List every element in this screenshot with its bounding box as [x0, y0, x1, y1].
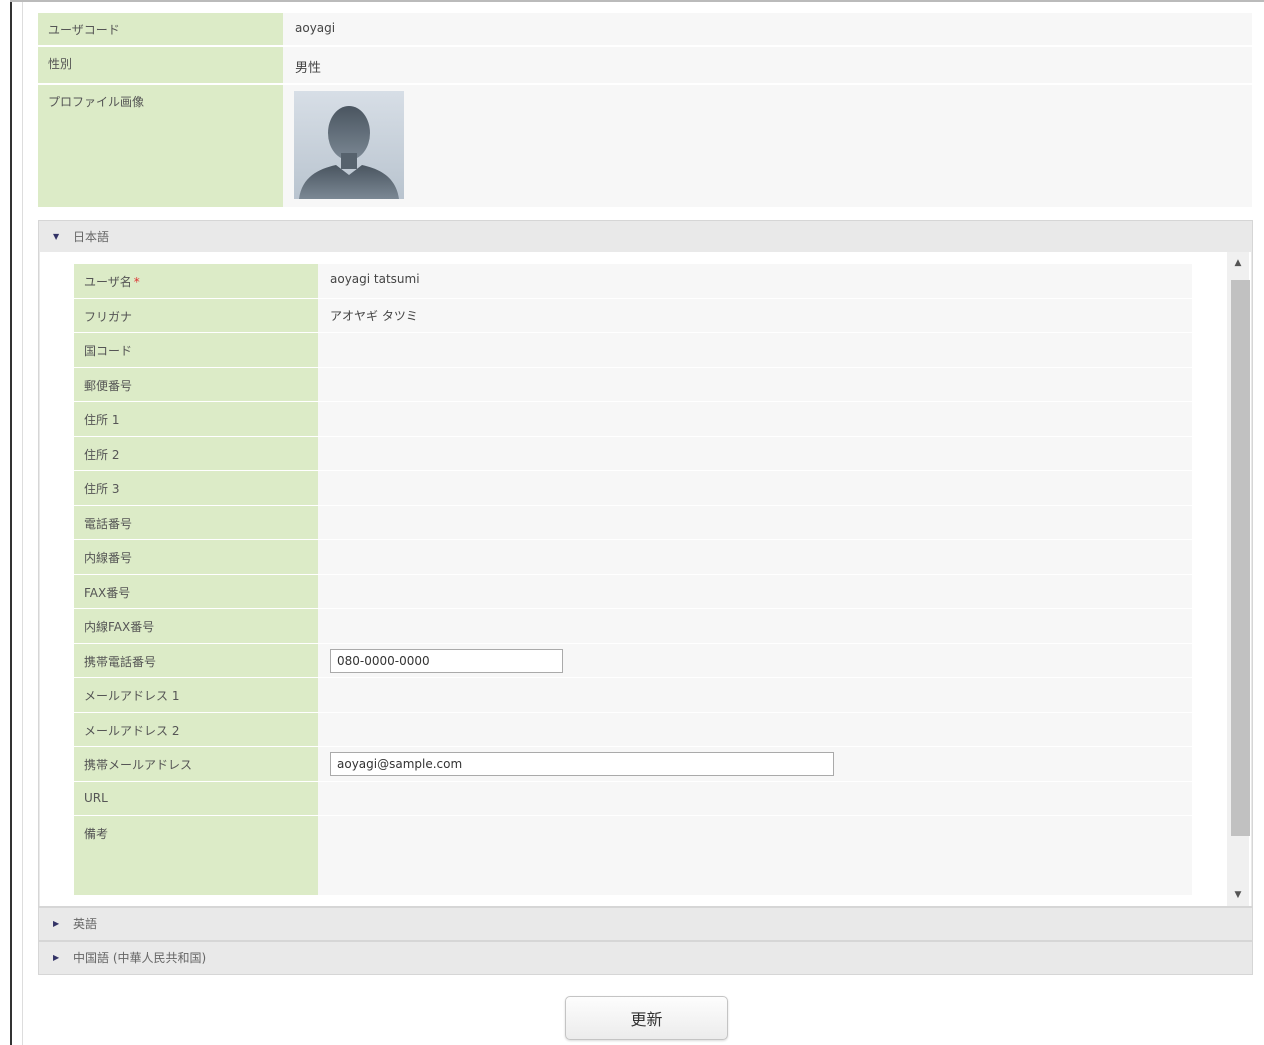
mobile-email-input[interactable]: [330, 752, 834, 776]
extension-fax-value: [318, 609, 1192, 643]
page-frame-top-border: [10, 0, 1264, 2]
country-code-row: 国コード: [74, 333, 1192, 368]
phone-label: 電話番号: [74, 505, 318, 539]
email2-value: [318, 712, 1192, 746]
phone-row: 電話番号: [74, 505, 1192, 540]
mobile-email-cell: [318, 747, 1192, 781]
mobile-email-label: 携帯メールアドレス: [74, 747, 318, 781]
mobile-phone-row: 携帯電話番号: [74, 643, 1192, 678]
gender-label: 性別: [38, 47, 283, 83]
chinese-section-title: 中国語 (中華人民共和国): [73, 950, 207, 965]
user-name-label-text: ユーザ名: [84, 275, 132, 289]
person-silhouette-icon: [294, 91, 404, 199]
profile-image-cell: [283, 85, 1252, 207]
url-row: URL: [74, 781, 1192, 816]
address3-label: 住所 3: [74, 471, 318, 505]
japanese-section-title: 日本語: [73, 229, 110, 244]
email2-row: メールアドレス 2: [74, 712, 1192, 747]
address2-row: 住所 2: [74, 436, 1192, 471]
phone-value: [318, 505, 1192, 539]
content-left-guide: [22, 2, 23, 1045]
fax-label: FAX番号: [74, 574, 318, 608]
chinese-section-header[interactable]: ▶ 中国語 (中華人民共和国): [39, 942, 1252, 972]
user-code-value: aoyagi: [283, 13, 1252, 45]
japanese-field-list: ユーザ名 * aoyagi tatsumi フリガナ アオヤギ タツミ 国コード …: [74, 264, 1192, 896]
caret-right-icon: ▶: [53, 918, 60, 928]
japanese-section-panel: ユーザ名 * aoyagi tatsumi フリガナ アオヤギ タツミ 国コード …: [40, 252, 1251, 906]
postal-code-label: 郵便番号: [74, 367, 318, 401]
url-label: URL: [74, 781, 318, 815]
english-section-title: 英語: [73, 916, 98, 931]
email1-row: メールアドレス 1: [74, 678, 1192, 713]
extension-fax-label: 内線FAX番号: [74, 609, 318, 643]
profile-avatar-placeholder: [294, 91, 404, 199]
fax-value: [318, 574, 1192, 608]
scroll-up-arrow-icon[interactable]: ▲: [1227, 252, 1249, 274]
extension-value: [318, 540, 1192, 574]
furigana-value: アオヤギ タツミ: [318, 298, 1192, 332]
japanese-section: ▼ 日本語 ユーザ名 * aoyagi tatsumi フリガナ アオヤギ タツミ…: [38, 220, 1253, 907]
email2-label: メールアドレス 2: [74, 712, 318, 746]
postal-code-value: [318, 367, 1192, 401]
address1-value: [318, 402, 1192, 436]
address3-value: [318, 471, 1192, 505]
mobile-phone-cell: [318, 643, 1192, 677]
required-mark: *: [133, 275, 140, 289]
furigana-label: フリガナ: [74, 298, 318, 332]
profile-image-row: プロファイル画像: [38, 85, 1252, 207]
user-code-label: ユーザコード: [38, 13, 283, 45]
scroll-down-arrow-icon[interactable]: ▼: [1227, 884, 1249, 906]
gender-row: 性別 男性: [38, 47, 1252, 83]
email1-value: [318, 678, 1192, 712]
address2-label: 住所 2: [74, 436, 318, 470]
english-section-header[interactable]: ▶ 英語: [39, 908, 1252, 938]
country-code-label: 国コード: [74, 333, 318, 367]
user-name-row: ユーザ名 * aoyagi tatsumi: [74, 264, 1192, 299]
country-code-value: [318, 333, 1192, 367]
basic-info-table: ユーザコード aoyagi 性別 男性 プロファイル画像: [38, 13, 1252, 209]
caret-right-icon: ▶: [53, 952, 60, 962]
notes-row: 備考: [74, 816, 1192, 896]
caret-down-icon: ▼: [53, 231, 60, 241]
postal-code-row: 郵便番号: [74, 367, 1192, 402]
user-name-label: ユーザ名 *: [74, 264, 318, 298]
fax-row: FAX番号: [74, 574, 1192, 609]
english-section: ▶ 英語: [38, 907, 1253, 941]
notes-value: [318, 816, 1192, 895]
address3-row: 住所 3: [74, 471, 1192, 506]
scrollbar-thumb[interactable]: [1231, 280, 1250, 836]
profile-image-label: プロファイル画像: [38, 85, 283, 207]
address1-row: 住所 1: [74, 402, 1192, 437]
extension-label: 内線番号: [74, 540, 318, 574]
user-name-value: aoyagi tatsumi: [318, 264, 1192, 298]
extension-row: 内線番号: [74, 540, 1192, 575]
chinese-section: ▶ 中国語 (中華人民共和国): [38, 941, 1253, 975]
address1-label: 住所 1: [74, 402, 318, 436]
address2-value: [318, 436, 1192, 470]
mobile-email-row: 携帯メールアドレス: [74, 747, 1192, 782]
url-value: [318, 781, 1192, 815]
panel-scrollbar[interactable]: ▲ ▼: [1227, 252, 1250, 906]
japanese-section-header[interactable]: ▼ 日本語: [39, 221, 1252, 251]
email1-label: メールアドレス 1: [74, 678, 318, 712]
user-code-row: ユーザコード aoyagi: [38, 13, 1252, 45]
furigana-row: フリガナ アオヤギ タツミ: [74, 298, 1192, 333]
extension-fax-row: 内線FAX番号: [74, 609, 1192, 644]
notes-label: 備考: [74, 816, 318, 895]
gender-value: 男性: [283, 47, 1252, 83]
page-frame-left-border: [10, 0, 12, 1045]
mobile-phone-input[interactable]: [330, 648, 563, 673]
update-button[interactable]: 更新: [565, 996, 728, 1040]
mobile-phone-label: 携帯電話番号: [74, 643, 318, 677]
